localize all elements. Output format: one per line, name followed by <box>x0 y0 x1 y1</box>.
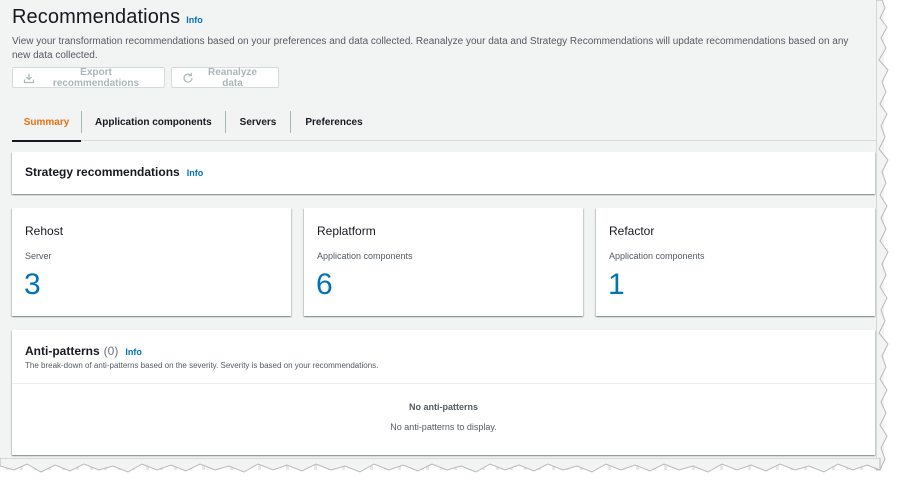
card-subtitle: Server <box>25 251 52 261</box>
export-recommendations-label: Export recommendations <box>52 66 140 89</box>
replatform-card: Replatform Application components 6 <box>304 208 583 316</box>
refactor-count-link[interactable]: 1 <box>608 268 625 302</box>
card-title: Replatform <box>317 224 376 238</box>
tab-application-components[interactable]: Application components <box>82 104 225 141</box>
anti-patterns-title-row: Anti-patterns (0) Info <box>25 344 142 358</box>
card-subtitle: Application components <box>609 251 705 261</box>
anti-patterns-description: The break-down of anti-patterns based on… <box>25 361 379 370</box>
anti-patterns-title: Anti-patterns <box>25 344 100 358</box>
strategy-recommendations-header: Strategy recommendations Info <box>25 165 203 179</box>
action-buttons: Export recommendations Reanalyze data <box>12 66 279 89</box>
tab-bar: Summary Application components Servers P… <box>12 104 876 142</box>
empty-state-subtitle: No anti-patterns to display. <box>390 422 497 432</box>
recommendations-page: Recommendations Info View your transform… <box>0 0 884 470</box>
refactor-card: Refactor Application components 1 <box>596 208 875 316</box>
strategy-recommendations-title: Strategy recommendations <box>25 165 180 179</box>
title-row: Recommendations Info <box>12 6 868 29</box>
anti-patterns-info-link[interactable]: Info <box>125 347 142 357</box>
card-subtitle: Application components <box>317 251 413 261</box>
strategy-info-link[interactable]: Info <box>187 168 204 178</box>
card-title: Rehost <box>25 224 64 238</box>
torn-edge-bottom <box>0 458 881 473</box>
tab-preferences[interactable]: Preferences <box>291 104 376 141</box>
refresh-icon <box>182 72 194 84</box>
page-description: View your transformation recommendations… <box>12 36 849 61</box>
anti-patterns-count: (0) <box>103 344 119 358</box>
tab-summary[interactable]: Summary <box>12 104 81 142</box>
strategy-recommendations-panel: Strategy recommendations Info <box>12 152 875 194</box>
tab-servers[interactable]: Servers <box>226 104 291 141</box>
title-info-link[interactable]: Info <box>186 15 203 25</box>
empty-state-title: No anti-patterns <box>408 402 478 412</box>
rehost-count-link[interactable]: 3 <box>24 268 41 302</box>
anti-patterns-header: Anti-patterns (0) Info The break-down of… <box>12 330 875 384</box>
download-icon <box>23 72 35 84</box>
card-title: Refactor <box>609 224 655 238</box>
anti-patterns-panel: Anti-patterns (0) Info The break-down of… <box>12 330 875 455</box>
replatform-count-link[interactable]: 6 <box>316 268 333 302</box>
torn-edge-right <box>876 0 889 471</box>
page-header: Recommendations Info View your transform… <box>12 6 868 63</box>
page-title: Recommendations <box>12 6 181 28</box>
rehost-card: Rehost Server 3 <box>12 208 291 316</box>
export-recommendations-button[interactable]: Export recommendations <box>12 66 165 89</box>
reanalyze-data-label: Reanalyze data <box>208 66 257 89</box>
reanalyze-data-button[interactable]: Reanalyze data <box>171 66 279 89</box>
